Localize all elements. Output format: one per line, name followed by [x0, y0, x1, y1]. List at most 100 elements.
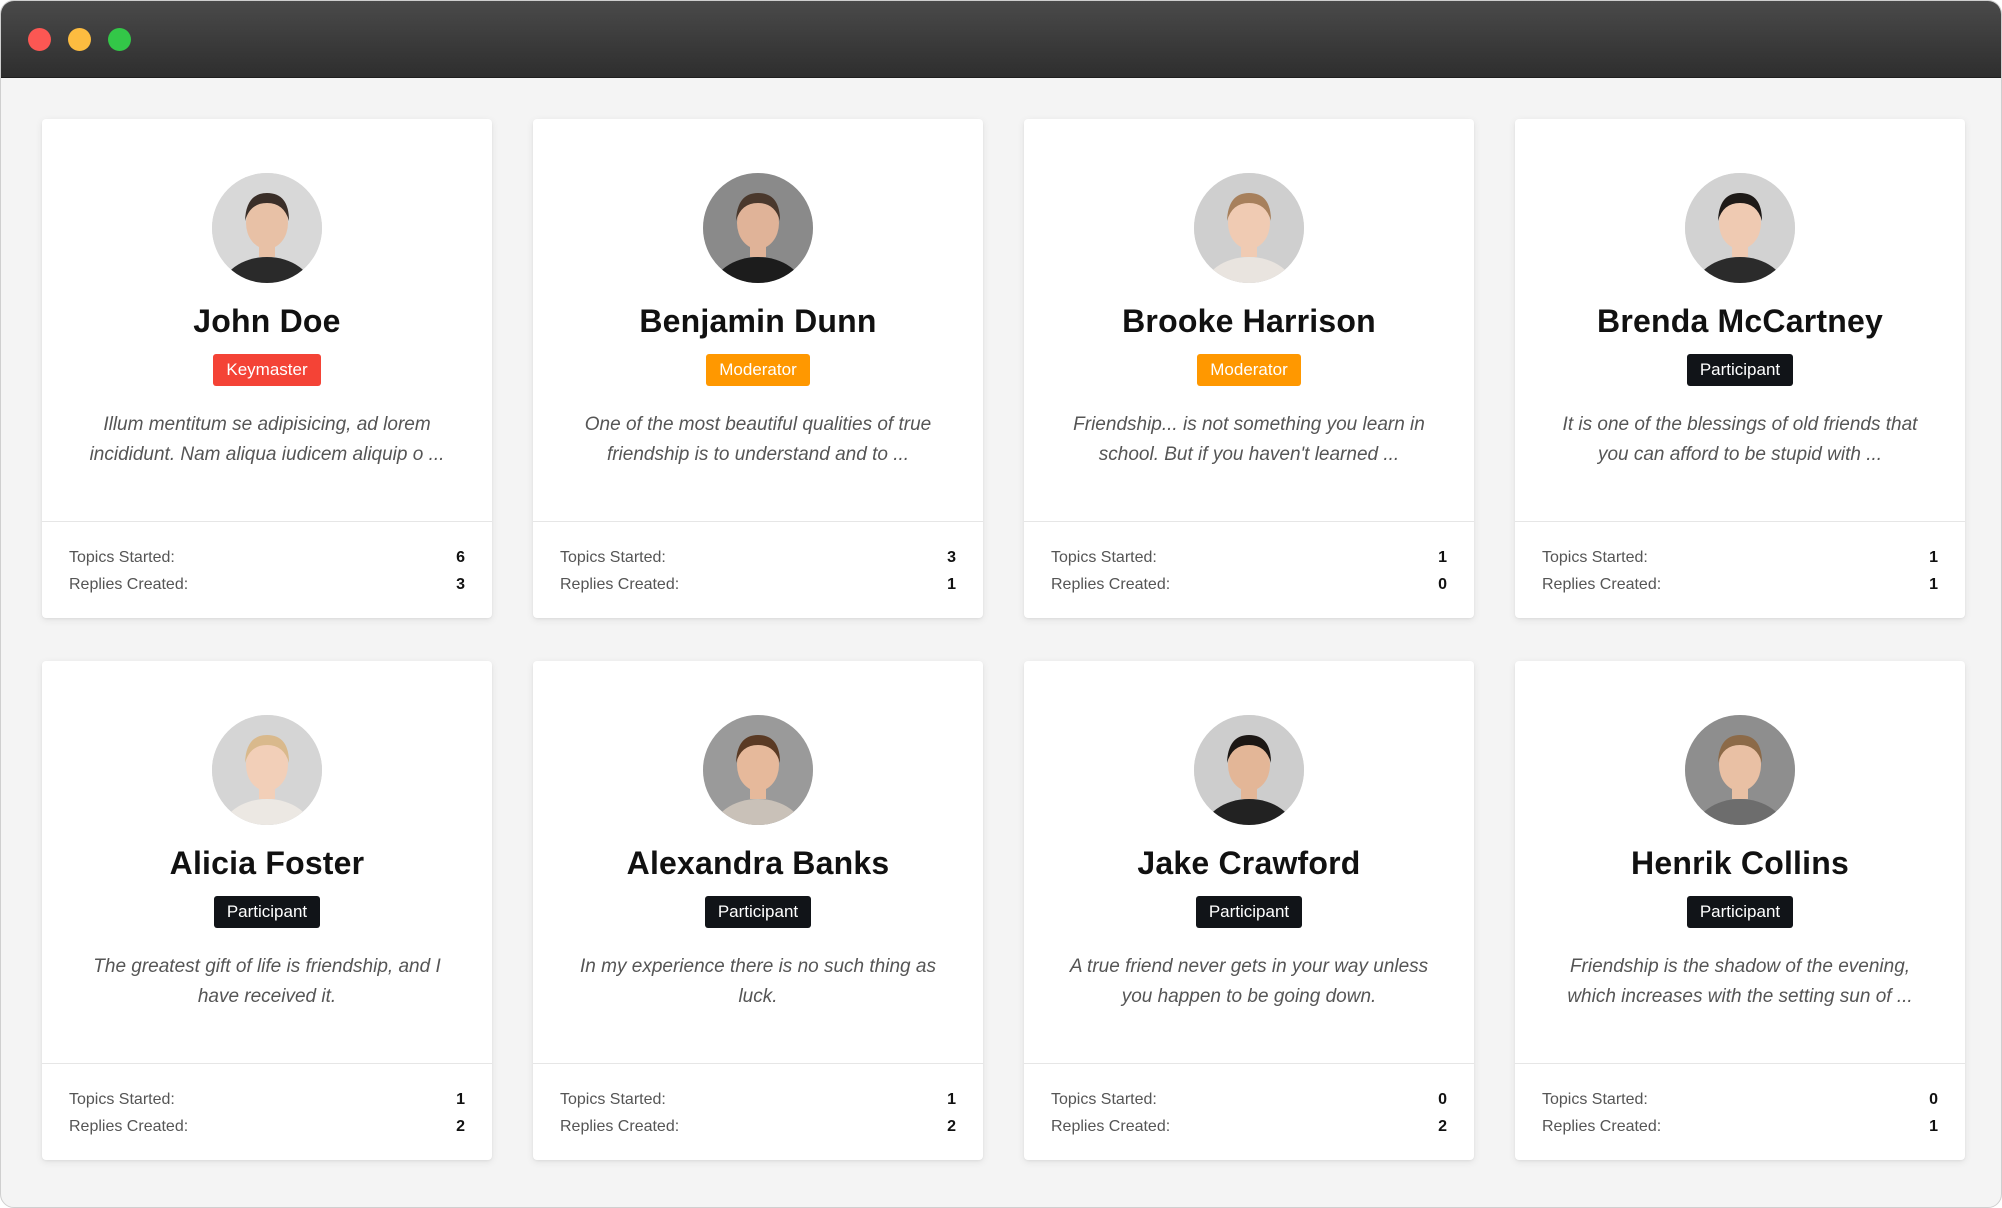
avatar-portrait-icon — [1194, 715, 1304, 825]
replies-created-label: Replies Created: — [1542, 576, 1662, 593]
topics-started-count: 1 — [1438, 549, 1447, 566]
replies-created-row: Replies Created: 1 — [1542, 1113, 1938, 1140]
member-stats: Topics Started: 6 Replies Created: 3 — [42, 522, 492, 598]
maximize-window-button[interactable] — [108, 27, 131, 51]
topics-started-label: Topics Started: — [1051, 549, 1157, 566]
member-bio: Friendship is the shadow of the evening,… — [1567, 956, 1913, 1007]
member-bio: Friendship... is not something you learn… — [1073, 414, 1425, 465]
topics-started-label: Topics Started: — [560, 549, 666, 566]
avatar[interactable] — [1194, 715, 1304, 825]
member-name[interactable]: Alexandra Banks — [627, 845, 890, 882]
replies-created-row: Replies Created: 2 — [1051, 1113, 1447, 1140]
member-bio: In my experience there is no such thing … — [580, 956, 936, 1007]
replies-created-count: 0 — [1438, 576, 1447, 593]
member-name[interactable]: Brenda McCartney — [1597, 303, 1883, 340]
avatar[interactable] — [212, 715, 322, 825]
member-card: John Doe Keymaster Illum mentitum se adi… — [42, 119, 492, 618]
topics-started-label: Topics Started: — [1542, 549, 1648, 566]
role-badge: Participant — [1195, 896, 1303, 928]
topics-started-row: Topics Started: 1 — [1542, 544, 1938, 571]
replies-created-row: Replies Created: 3 — [69, 571, 465, 598]
member-bio: The greatest gift of life is friendship,… — [93, 956, 441, 1007]
role-badge: Moderator — [1197, 354, 1301, 386]
member-card: Alicia Foster Participant The greatest g… — [42, 661, 492, 1160]
topics-started-row: Topics Started: 3 — [560, 544, 956, 571]
replies-created-count: 2 — [456, 1118, 465, 1135]
topics-started-label: Topics Started: — [69, 549, 175, 566]
close-window-button[interactable] — [28, 27, 51, 51]
avatar[interactable] — [212, 173, 322, 283]
member-name[interactable]: Jake Crawford — [1137, 845, 1360, 882]
avatar-portrait-icon — [1194, 173, 1304, 283]
member-stats: Topics Started: 3 Replies Created: 1 — [533, 522, 983, 598]
topics-started-label: Topics Started: — [1542, 1091, 1648, 1108]
topics-started-row: Topics Started: 0 — [1542, 1086, 1938, 1113]
replies-created-label: Replies Created: — [69, 576, 189, 593]
replies-created-label: Replies Created: — [1051, 576, 1171, 593]
member-name[interactable]: Henrik Collins — [1631, 845, 1849, 882]
member-stats: Topics Started: 1 Replies Created: 1 — [1515, 522, 1965, 598]
replies-created-label: Replies Created: — [1051, 1118, 1171, 1135]
topics-started-count: 6 — [456, 549, 465, 566]
replies-created-row: Replies Created: 2 — [69, 1113, 465, 1140]
member-card: Jake Crawford Participant A true friend … — [1024, 661, 1474, 1160]
avatar-portrait-icon — [703, 173, 813, 283]
replies-created-row: Replies Created: 1 — [560, 571, 956, 598]
member-stats: Topics Started: 0 Replies Created: 2 — [1024, 1064, 1474, 1140]
replies-created-count: 2 — [947, 1118, 956, 1135]
role-badge: Participant — [213, 896, 321, 928]
member-stats: Topics Started: 1 Replies Created: 2 — [533, 1064, 983, 1140]
member-card: Brooke Harrison Moderator Friendship... … — [1024, 119, 1474, 618]
topics-started-label: Topics Started: — [560, 1091, 666, 1108]
topics-started-row: Topics Started: 1 — [560, 1086, 956, 1113]
role-badge: Participant — [1686, 896, 1794, 928]
topics-started-count: 1 — [1929, 549, 1938, 566]
member-name[interactable]: Brooke Harrison — [1122, 303, 1376, 340]
avatar-portrait-icon — [212, 173, 322, 283]
topics-started-row: Topics Started: 0 — [1051, 1086, 1447, 1113]
app-window: John Doe Keymaster Illum mentitum se adi… — [0, 0, 2002, 1208]
avatar-portrait-icon — [703, 715, 813, 825]
avatar-portrait-icon — [1685, 715, 1795, 825]
member-name[interactable]: Benjamin Dunn — [639, 303, 876, 340]
avatar[interactable] — [703, 173, 813, 283]
replies-created-label: Replies Created: — [560, 576, 680, 593]
topics-started-row: Topics Started: 1 — [1051, 544, 1447, 571]
topics-started-row: Topics Started: 1 — [69, 1086, 465, 1113]
member-bio: A true friend never gets in your way unl… — [1069, 956, 1429, 1007]
window-titlebar — [1, 1, 2001, 78]
replies-created-count: 1 — [1929, 1118, 1938, 1135]
replies-created-row: Replies Created: 0 — [1051, 571, 1447, 598]
topics-started-label: Topics Started: — [69, 1091, 175, 1108]
role-badge: Moderator — [706, 354, 810, 386]
replies-created-row: Replies Created: 1 — [1542, 571, 1938, 598]
member-bio: It is one of the blessings of old friend… — [1562, 414, 1918, 465]
avatar[interactable] — [1194, 173, 1304, 283]
topics-started-count: 0 — [1929, 1091, 1938, 1108]
member-name[interactable]: Alicia Foster — [170, 845, 365, 882]
avatar[interactable] — [1685, 173, 1795, 283]
replies-created-row: Replies Created: 2 — [560, 1113, 956, 1140]
replies-created-count: 3 — [456, 576, 465, 593]
member-name[interactable]: John Doe — [193, 303, 340, 340]
member-stats: Topics Started: 1 Replies Created: 0 — [1024, 522, 1474, 598]
member-card: Henrik Collins Participant Friendship is… — [1515, 661, 1965, 1160]
avatar[interactable] — [703, 715, 813, 825]
role-badge: Keymaster — [213, 354, 321, 386]
topics-started-count: 3 — [947, 549, 956, 566]
member-bio: One of the most beautiful qualities of t… — [584, 414, 932, 465]
replies-created-label: Replies Created: — [1542, 1118, 1662, 1135]
member-card: Benjamin Dunn Moderator One of the most … — [533, 119, 983, 618]
avatar-portrait-icon — [212, 715, 322, 825]
role-badge: Participant — [704, 896, 812, 928]
topics-started-label: Topics Started: — [1051, 1091, 1157, 1108]
member-stats: Topics Started: 0 Replies Created: 1 — [1515, 1064, 1965, 1140]
member-bio: Illum mentitum se adipisicing, ad lorem … — [89, 414, 445, 465]
topics-started-count: 1 — [456, 1091, 465, 1108]
role-badge: Participant — [1686, 354, 1794, 386]
topics-started-count: 0 — [1438, 1091, 1447, 1108]
avatar[interactable] — [1685, 715, 1795, 825]
minimize-window-button[interactable] — [68, 27, 91, 51]
topics-started-row: Topics Started: 6 — [69, 544, 465, 571]
replies-created-label: Replies Created: — [69, 1118, 189, 1135]
